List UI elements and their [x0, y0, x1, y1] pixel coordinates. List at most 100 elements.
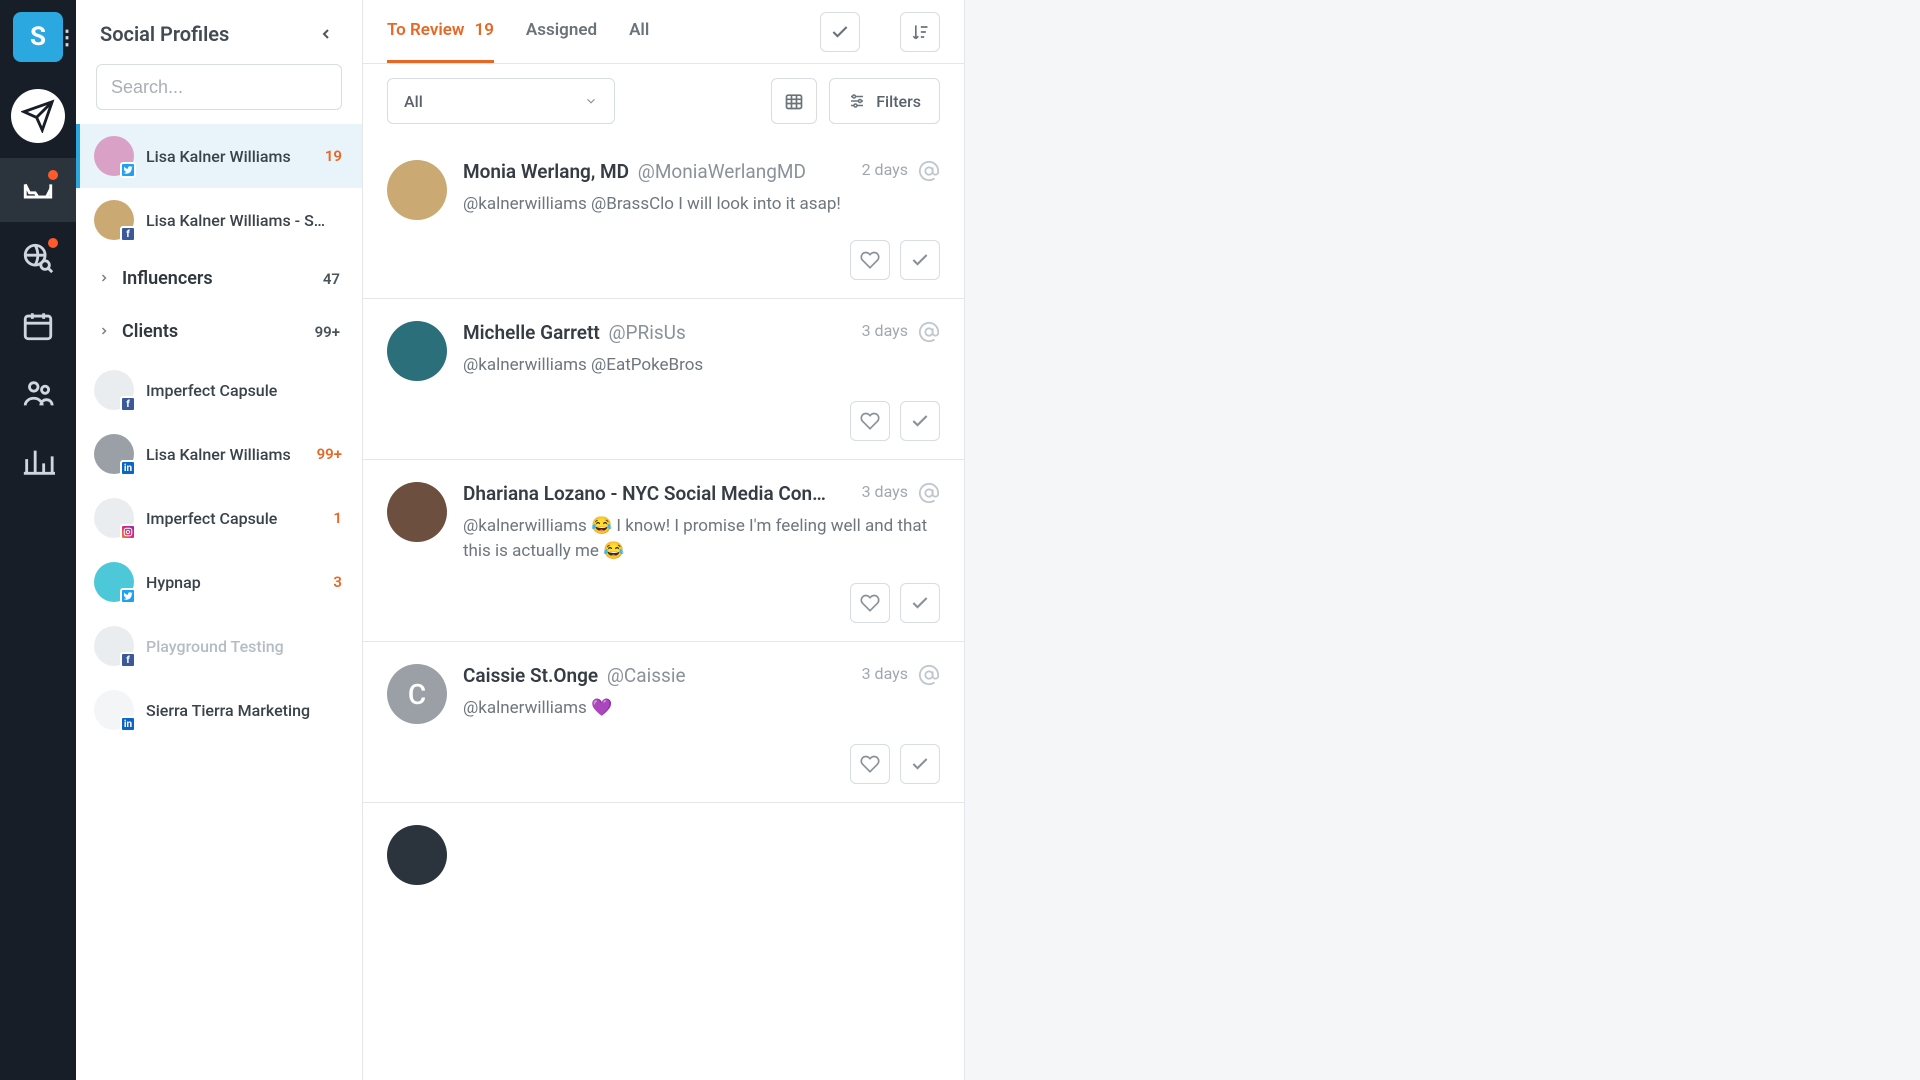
group-count: 99+: [315, 323, 340, 341]
type-dropdown[interactable]: All: [387, 78, 615, 124]
profile-item[interactable]: in Lisa Kalner Williams 99+: [76, 422, 362, 486]
mention-icon: [918, 482, 940, 508]
chevron-down-icon: [584, 94, 598, 108]
facebook-icon: f: [120, 226, 136, 242]
profile-item[interactable]: f Imperfect Capsule: [76, 358, 362, 422]
tab-label: Assigned: [526, 20, 597, 40]
message-item[interactable]: Michelle Garrett @PRisUs 3 days @kalnerw…: [363, 299, 964, 460]
people-icon: [21, 377, 55, 411]
main-panel: To Review 19 Assigned All All: [363, 0, 965, 1080]
like-button[interactable]: [850, 583, 890, 623]
complete-button[interactable]: [900, 240, 940, 280]
profile-name: Hypnap: [146, 573, 321, 592]
nav-calendar[interactable]: [0, 294, 76, 358]
twitter-icon: [120, 588, 136, 604]
chevron-left-icon: [318, 26, 334, 42]
complete-button[interactable]: [900, 744, 940, 784]
sort-button[interactable]: [900, 12, 940, 52]
check-icon: [830, 22, 850, 42]
filters-button[interactable]: Filters: [829, 78, 940, 124]
search-input[interactable]: [96, 64, 342, 110]
nav-team[interactable]: [0, 362, 76, 426]
message-author: Michelle Garrett: [463, 321, 600, 344]
like-button[interactable]: [850, 401, 890, 441]
check-icon: [910, 411, 930, 431]
message-item[interactable]: C Caissie St.Onge @Caissie 3 days @kalne…: [363, 642, 964, 803]
profile-item[interactable]: f Playground Testing: [76, 614, 362, 678]
profile-count: 99+: [317, 445, 342, 463]
linkedin-icon: in: [120, 460, 136, 476]
instagram-icon: [120, 524, 136, 540]
filters-label: Filters: [876, 92, 921, 111]
avatar: [94, 498, 134, 538]
tab-all[interactable]: All: [629, 0, 649, 63]
notification-dot-icon: [48, 238, 58, 248]
message-item[interactable]: Dhariana Lozano - NYC Social Media Con… …: [363, 460, 964, 642]
check-icon: [910, 754, 930, 774]
profile-list: Lisa Kalner Williams 19 f Lisa Kalner Wi…: [76, 124, 362, 1080]
chart-icon: [21, 445, 55, 479]
sidebar: Social Profiles Lisa Kalner Williams 19 …: [76, 0, 363, 1080]
tab-count: 19: [474, 20, 493, 40]
facebook-icon: f: [120, 396, 136, 412]
profile-item[interactable]: f Lisa Kalner Williams - S…: [76, 188, 362, 252]
profile-item[interactable]: Hypnap 3: [76, 550, 362, 614]
heart-icon: [860, 250, 880, 270]
complete-button[interactable]: [900, 401, 940, 441]
profile-item[interactable]: Lisa Kalner Williams 19: [76, 124, 362, 188]
heart-icon: [860, 411, 880, 431]
tab-to-review[interactable]: To Review 19: [387, 0, 494, 63]
chevron-right-icon: [98, 270, 110, 288]
app-logo-letter: S: [30, 22, 46, 52]
linkedin-icon: in: [120, 716, 136, 732]
profile-count: 1: [333, 509, 342, 527]
group-count: 47: [323, 270, 340, 288]
profile-count: 3: [333, 573, 342, 591]
app-logo[interactable]: S: [13, 12, 63, 62]
date-range-button[interactable]: [771, 78, 817, 124]
detail-panel: [965, 0, 1920, 1080]
mention-icon: [918, 664, 940, 690]
message-time: 3 days: [862, 321, 908, 340]
like-button[interactable]: [850, 744, 890, 784]
message-time: 2 days: [862, 160, 908, 179]
group-clients[interactable]: Clients 99+: [76, 305, 362, 358]
avatar: [387, 321, 447, 381]
avatar: in: [94, 690, 134, 730]
collapse-sidebar-button[interactable]: [314, 22, 338, 46]
avatar: f: [94, 626, 134, 666]
avatar: [387, 482, 447, 542]
message-handle: @PRisUs: [608, 321, 685, 344]
group-influencers[interactable]: Influencers 47: [76, 252, 362, 305]
facebook-icon: f: [120, 652, 136, 668]
avatar: f: [94, 200, 134, 240]
message-feed[interactable]: Monia Werlang, MD @MoniaWerlangMD 2 days…: [363, 138, 964, 1080]
like-button[interactable]: [850, 240, 890, 280]
message-handle: @MoniaWerlangMD: [638, 160, 806, 183]
nav-reports[interactable]: [0, 430, 76, 494]
nav-discovery[interactable]: [0, 226, 76, 290]
avatar: f: [94, 370, 134, 410]
profile-name: Imperfect Capsule: [146, 509, 321, 528]
message-item[interactable]: Monia Werlang, MD @MoniaWerlangMD 2 days…: [363, 138, 964, 299]
avatar-initial: C: [408, 678, 426, 711]
dropdown-label: All: [404, 92, 423, 111]
calendar-grid-icon: [784, 91, 804, 111]
complete-button[interactable]: [900, 583, 940, 623]
nav-inbox[interactable]: [0, 158, 76, 222]
message-author: Monia Werlang, MD: [463, 160, 629, 183]
tab-label: All: [629, 20, 649, 40]
message-text: @kalnerwilliams @EatPokeBros: [463, 353, 940, 378]
mark-all-button[interactable]: [820, 12, 860, 52]
message-text: @kalnerwilliams 💜: [463, 696, 940, 721]
profile-item[interactable]: in Sierra Tierra Marketing: [76, 678, 362, 742]
sidebar-title: Social Profiles: [100, 22, 229, 46]
message-item[interactable]: [363, 803, 964, 1005]
message-text: @kalnerwilliams 😂 I know! I promise I'm …: [463, 514, 940, 563]
twitter-icon: [120, 162, 136, 178]
tab-assigned[interactable]: Assigned: [526, 0, 597, 63]
profile-item[interactable]: Imperfect Capsule 1: [76, 486, 362, 550]
compose-button[interactable]: [0, 84, 76, 148]
profile-count: 19: [325, 147, 342, 165]
message-time: 3 days: [862, 664, 908, 683]
